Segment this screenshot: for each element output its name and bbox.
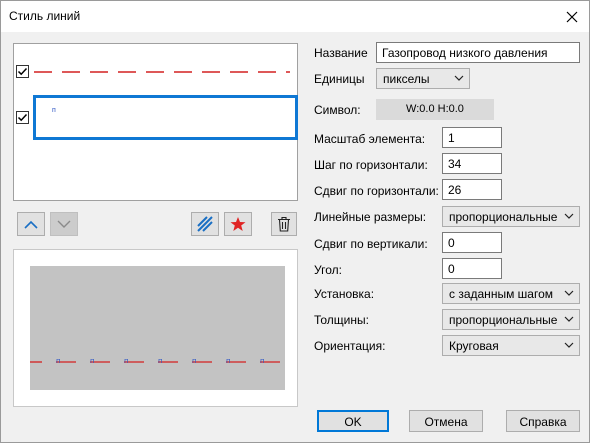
hatch-button[interactable] xyxy=(191,212,219,236)
line-preview: ппппппп xyxy=(30,266,285,390)
list-item[interactable] xyxy=(14,44,297,94)
checkmark-icon xyxy=(17,113,28,122)
chevron-down-icon xyxy=(454,75,464,81)
preview-marker: п xyxy=(158,357,163,365)
linear-sizes-select[interactable]: пропорциональные xyxy=(442,206,580,227)
placement-label: Установка: xyxy=(314,287,375,301)
preview-line: ппппппп xyxy=(30,357,280,365)
chevron-down-icon xyxy=(57,220,71,228)
preview-marker: п xyxy=(56,357,61,365)
chevron-down-icon xyxy=(564,290,574,296)
scale-field[interactable]: 1 xyxy=(442,127,502,148)
chevron-up-icon xyxy=(24,220,38,229)
vshift-label: Сдвиг по вертикали: xyxy=(314,237,428,251)
title-bar: Стиль линий xyxy=(1,1,589,32)
thickness-label: Толщины: xyxy=(314,313,369,327)
help-button[interactable]: Справка xyxy=(506,410,580,432)
trash-icon xyxy=(278,216,290,232)
orientation-select[interactable]: Круговая xyxy=(442,335,580,356)
scale-label: Масштаб элемента: xyxy=(314,132,426,146)
name-label: Название xyxy=(314,46,368,60)
linear-sizes-value: пропорциональные xyxy=(449,210,558,224)
hatch-icon xyxy=(197,216,213,232)
line-style-dialog: Стиль линий п п п п п п п п Название Газ… xyxy=(0,0,590,443)
angle-field[interactable]: 0 xyxy=(442,258,502,279)
dialog-title: Стиль линий xyxy=(9,9,81,23)
symbol-label: Символ: xyxy=(314,103,361,117)
units-select[interactable]: пикселы xyxy=(376,68,470,89)
vshift-field[interactable]: 0 xyxy=(442,232,502,253)
dashed-line-sample xyxy=(34,71,290,73)
close-icon xyxy=(566,11,578,22)
chevron-down-icon xyxy=(564,213,574,219)
thickness-select[interactable]: пропорциональные xyxy=(442,309,580,330)
placement-value: с заданным шагом xyxy=(449,287,553,301)
name-field[interactable]: Газопровод низкого давления xyxy=(376,42,580,63)
placement-select[interactable]: с заданным шагом xyxy=(442,283,580,304)
selected-list-item[interactable]: п xyxy=(33,95,298,140)
preview-marker: п xyxy=(260,357,265,365)
preview-marker: п xyxy=(226,357,231,365)
units-label: Единицы xyxy=(314,72,365,86)
symbol-size-display: W:0.0 H:0.0 xyxy=(376,99,494,120)
delete-button[interactable] xyxy=(271,212,297,236)
star-icon xyxy=(230,217,246,231)
angle-label: Угол: xyxy=(314,263,342,277)
preview-marker: п xyxy=(124,357,129,365)
chevron-down-icon xyxy=(564,342,574,348)
orientation-label: Ориентация: xyxy=(314,339,386,353)
row-checkbox[interactable] xyxy=(16,65,29,78)
row-checkbox[interactable] xyxy=(16,111,29,124)
chevron-down-icon xyxy=(564,316,574,322)
linear-sizes-label: Линейные размеры: xyxy=(314,210,427,224)
cancel-button[interactable]: Отмена xyxy=(409,410,483,432)
hshift-label: Сдвиг по горизонтали: xyxy=(314,184,439,198)
preview-marker: п xyxy=(90,357,95,365)
move-down-button[interactable] xyxy=(50,212,78,236)
orientation-value: Круговая xyxy=(449,339,499,353)
preview-panel: ппппппп xyxy=(13,249,298,407)
hstep-label: Шаг по горизонтали: xyxy=(314,158,428,172)
line-style-list[interactable]: п xyxy=(13,43,298,201)
add-symbol-button[interactable] xyxy=(224,212,252,236)
units-value: пикселы xyxy=(383,72,430,86)
marker-sample: п xyxy=(52,107,56,114)
close-button[interactable] xyxy=(555,1,589,32)
ok-button[interactable]: OK xyxy=(317,410,389,432)
preview-marker: п xyxy=(192,357,197,365)
move-up-button[interactable] xyxy=(17,212,45,236)
hstep-field[interactable]: 34 xyxy=(442,153,502,174)
checkmark-icon xyxy=(17,67,28,76)
thickness-value: пропорциональные xyxy=(449,313,558,327)
hshift-field[interactable]: 26 xyxy=(442,179,502,200)
